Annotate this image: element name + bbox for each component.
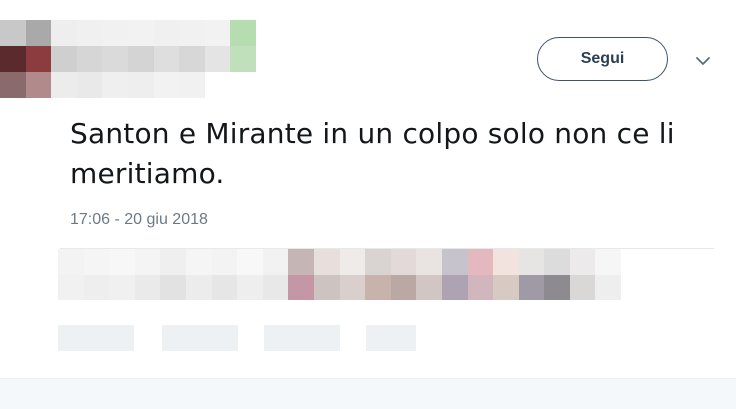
redacted-action: [162, 325, 238, 351]
redaction-pixel: [25, 20, 52, 46]
redaction-pixel: [544, 274, 570, 300]
redaction-pixel: [204, 46, 231, 72]
redaction-pixel: [160, 274, 186, 300]
redaction-pixel: [153, 46, 180, 72]
redaction-pixel: [127, 46, 154, 72]
redaction-pixel: [102, 72, 128, 98]
redaction-pixel: [179, 46, 205, 72]
redaction-pixel: [211, 274, 238, 300]
redaction-pixel: [230, 72, 256, 98]
redaction-pixel: [102, 46, 128, 72]
redaction-pixel: [230, 46, 256, 72]
follow-button[interactable]: Segui: [537, 37, 668, 81]
redaction-pixel: [390, 274, 417, 300]
redaction-pixel: [390, 249, 417, 275]
redaction-pixel: [109, 249, 135, 275]
redaction-pixel: [0, 72, 26, 98]
redaction-pixel: [51, 46, 77, 72]
redaction-pixel: [185, 274, 212, 300]
redacted-action: [58, 325, 134, 351]
redaction-pixel: [262, 274, 289, 300]
redaction-pixel: [204, 20, 231, 46]
redaction-pixel: [313, 249, 340, 275]
redaction-pixel: [51, 72, 77, 98]
redaction-pixel: [365, 249, 391, 275]
redaction-pixel: [365, 274, 391, 300]
redaction-pixel: [288, 274, 314, 300]
redaction-pixel: [262, 249, 289, 275]
redaction-pixel: [518, 249, 545, 275]
redaction-pixel: [595, 274, 622, 300]
redaction-pixel: [237, 274, 263, 300]
redaction-pixel: [0, 20, 26, 46]
chevron-down-icon[interactable]: [692, 50, 714, 72]
redaction-pixel: [211, 249, 238, 275]
redacted-author-block: [0, 20, 256, 98]
redaction-pixel: [441, 274, 468, 300]
redaction-pixel: [0, 46, 26, 72]
redaction-pixel: [237, 249, 263, 275]
tweet-text: Santon e Mirante in un colpo solo non ce…: [70, 117, 675, 190]
redaction-pixel: [134, 249, 161, 275]
redaction-pixel: [179, 20, 205, 46]
redaction-pixel: [179, 72, 205, 98]
redaction-pixel: [160, 249, 186, 275]
redaction-pixel: [76, 46, 103, 72]
redaction-pixel: [518, 274, 545, 300]
redaction-pixel: [595, 249, 622, 275]
redacted-action: [366, 325, 416, 351]
tweet-timestamp[interactable]: 17:06 - 20 giu 2018: [70, 210, 208, 230]
redaction-pixel: [467, 274, 494, 300]
redaction-pixel: [467, 249, 494, 275]
redaction-pixel: [109, 274, 135, 300]
tweet-card: Segui Santon e Mirante in un colpo solo …: [0, 0, 736, 409]
redaction-pixel: [544, 249, 570, 275]
redaction-pixel: [288, 249, 314, 275]
redaction-pixel: [134, 274, 161, 300]
redaction-pixel: [58, 249, 84, 275]
redaction-pixel: [127, 72, 154, 98]
redaction-pixel: [230, 20, 256, 46]
redaction-pixel: [83, 249, 110, 275]
redaction-pixel: [153, 72, 180, 98]
redacted-action-bar: [58, 325, 418, 351]
redacted-action: [264, 325, 340, 351]
redaction-pixel: [25, 72, 52, 98]
redaction-pixel: [58, 274, 84, 300]
redaction-pixel: [416, 249, 442, 275]
redacted-stats-row: [58, 249, 626, 301]
redaction-pixel: [185, 249, 212, 275]
redaction-pixel: [313, 274, 340, 300]
redaction-pixel: [339, 249, 366, 275]
redaction-pixel: [153, 20, 180, 46]
redaction-pixel: [127, 20, 154, 46]
redaction-pixel: [76, 20, 103, 46]
reply-area: [0, 378, 736, 409]
redaction-pixel: [204, 72, 231, 98]
redaction-pixel: [416, 274, 442, 300]
redaction-pixel: [102, 20, 128, 46]
redaction-pixel: [493, 249, 519, 275]
redaction-pixel: [569, 249, 596, 275]
redaction-pixel: [25, 46, 52, 72]
redaction-pixel: [493, 274, 519, 300]
redaction-pixel: [441, 249, 468, 275]
redaction-pixel: [83, 274, 110, 300]
redaction-pixel: [76, 72, 103, 98]
redaction-pixel: [569, 274, 596, 300]
redaction-pixel: [51, 20, 77, 46]
redaction-pixel: [339, 274, 366, 300]
